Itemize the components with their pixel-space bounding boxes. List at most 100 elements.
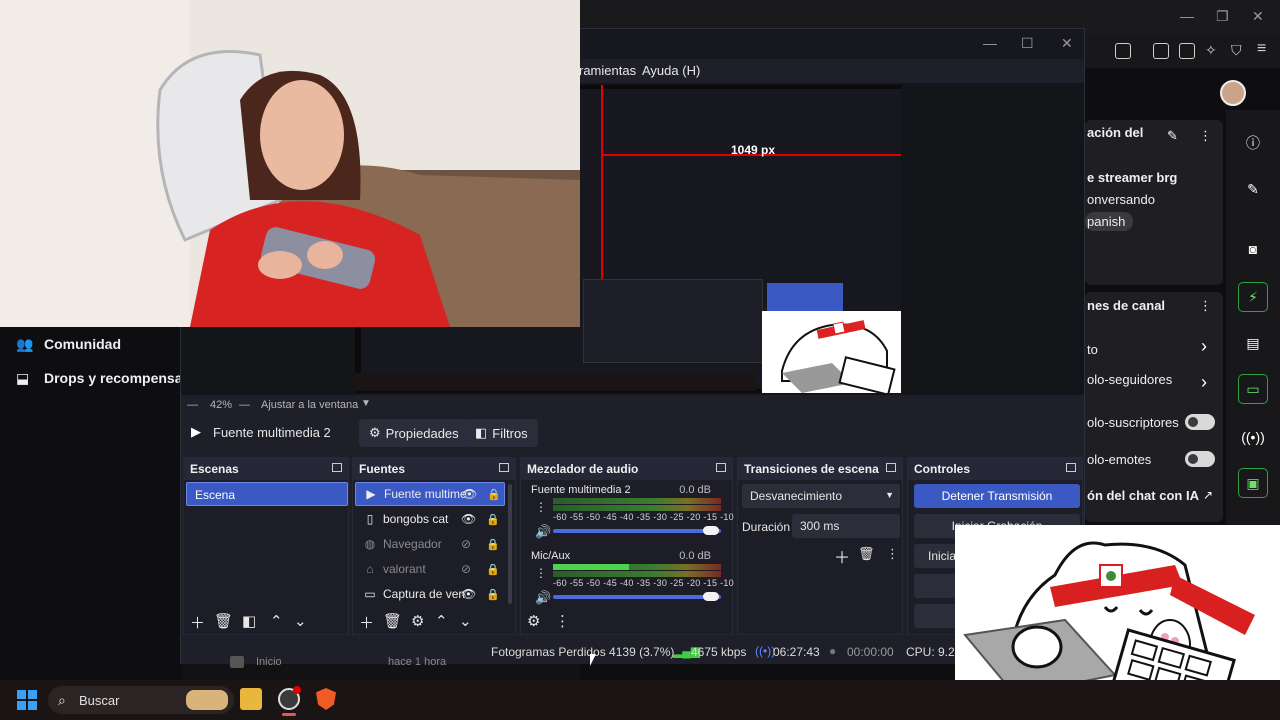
more-icon[interactable]: ⋮: [535, 500, 547, 514]
filters-button[interactable]: ◧ Filtros: [465, 419, 538, 447]
more-icon[interactable]: ⋮: [886, 546, 899, 562]
option-followers-only[interactable]: olo-seguidores: [1087, 372, 1172, 387]
scrollbar[interactable]: [508, 484, 512, 604]
undock-icon[interactable]: [499, 463, 509, 472]
source-item[interactable]: ▯ bongobs cat 👁 🔒: [355, 507, 505, 531]
duration-input[interactable]: 300 ms: [792, 514, 900, 538]
eye-hidden-icon[interactable]: ⊘: [461, 562, 471, 576]
play-icon[interactable]: ▶: [191, 424, 201, 440]
video-icon[interactable]: ▣: [1238, 468, 1268, 498]
trash-icon[interactable]: 🗑: [858, 546, 875, 562]
volume-slider[interactable]: [553, 595, 721, 599]
more-icon[interactable]: ⋮: [1199, 298, 1212, 314]
source-item[interactable]: ◍ Navegador ⊘ 🔒: [355, 532, 505, 556]
undock-icon[interactable]: [886, 463, 896, 472]
chevron-right-icon[interactable]: ›: [1201, 336, 1207, 357]
add-icon[interactable]: ＋: [834, 544, 850, 568]
undock-icon[interactable]: [332, 463, 342, 472]
sidebar-icon[interactable]: [1153, 43, 1169, 59]
windows-start-icon[interactable]: [16, 689, 38, 711]
subscribers-only-toggle[interactable]: [1185, 414, 1215, 430]
menu-tools[interactable]: ramientas: [579, 63, 636, 78]
undock-icon[interactable]: [1066, 463, 1076, 472]
wallet-icon[interactable]: [1179, 43, 1195, 59]
source-item[interactable]: ▭ Captura de vent 👁 🔒: [355, 582, 505, 606]
properties-button[interactable]: ⚙ Propiedades: [359, 419, 469, 447]
minimize-button[interactable]: —: [1180, 8, 1194, 24]
menu-icon[interactable]: ≡: [1257, 40, 1266, 58]
sidebar-item-community[interactable]: 👥 Comunidad: [16, 336, 121, 352]
sparkle-icon[interactable]: ✧: [1205, 42, 1217, 59]
lock-icon[interactable]: 🔒: [486, 513, 500, 526]
speaker-icon[interactable]: 🔊: [535, 524, 551, 540]
move-down-icon[interactable]: ⌄: [459, 612, 472, 630]
lock-icon[interactable]: 🔒: [486, 563, 500, 576]
minimize-button[interactable]: —: [983, 35, 997, 51]
eye-icon[interactable]: 👁: [461, 512, 476, 526]
maximize-button[interactable]: ☐: [1021, 35, 1034, 52]
fit-window-select[interactable]: Ajustar a la ventana: [261, 399, 358, 411]
zoom-plus-icon[interactable]: —: [239, 399, 250, 411]
chevron-right-icon[interactable]: ›: [1201, 372, 1207, 393]
gear-icon[interactable]: ⚙: [411, 612, 424, 630]
volume-knob[interactable]: [703, 592, 719, 601]
filter-icon[interactable]: ◧: [242, 612, 256, 630]
dock-title: Transiciones de escena: [744, 462, 879, 476]
volume-knob[interactable]: [703, 526, 719, 535]
lock-icon[interactable]: 🔒: [487, 488, 501, 501]
add-icon[interactable]: ＋: [190, 612, 205, 633]
volume-slider[interactable]: [553, 529, 721, 533]
camera-icon[interactable]: ◙: [1238, 234, 1268, 264]
emotes-only-toggle[interactable]: [1185, 451, 1215, 467]
menu-help[interactable]: Ayuda (H): [642, 63, 700, 78]
file-explorer-icon[interactable]: [240, 688, 262, 710]
more-icon[interactable]: ⋮: [555, 612, 570, 630]
external-link-icon[interactable]: ↗: [1203, 488, 1213, 502]
screenshot-icon[interactable]: [1115, 43, 1131, 59]
info-icon[interactable]: ⓘ: [1238, 128, 1268, 158]
more-icon[interactable]: ⋮: [535, 566, 547, 580]
speaker-icon[interactable]: 🔊: [535, 590, 551, 606]
source-item[interactable]: ▶ Fuente multime 👁 🔒: [355, 482, 505, 506]
language-tag[interactable]: panish: [1085, 212, 1134, 231]
broadcast-icon[interactable]: ((•)): [1238, 422, 1268, 452]
source-item[interactable]: ⌂ valorant ⊘ 🔒: [355, 557, 505, 581]
lock-icon[interactable]: 🔒: [486, 588, 500, 601]
avatar[interactable]: [1220, 80, 1246, 106]
more-icon[interactable]: ⋮: [1199, 128, 1212, 144]
lightning-icon[interactable]: ⚡: [1238, 282, 1268, 312]
undock-icon[interactable]: [716, 463, 726, 472]
channel-name: Mic/Aux: [531, 550, 571, 562]
sidebar-item-drops[interactable]: ⬓ Drops y recompensas: [16, 370, 190, 386]
shield-icon[interactable]: ⛉: [1231, 42, 1242, 59]
close-button[interactable]: ✕: [1061, 35, 1073, 52]
close-button[interactable]: ✕: [1252, 8, 1264, 25]
properties-label: Propiedades: [385, 425, 459, 441]
stop-stream-button[interactable]: Detener Transmisión: [914, 484, 1080, 508]
move-down-icon[interactable]: ⌄: [294, 612, 307, 630]
stream-time: 06:27:43: [773, 645, 820, 659]
eye-icon[interactable]: 👁: [461, 587, 476, 601]
move-up-icon[interactable]: ⌃: [270, 612, 283, 630]
edit-icon[interactable]: ✎: [1167, 128, 1178, 144]
pencil-icon[interactable]: ✎: [1238, 174, 1268, 204]
trash-icon[interactable]: 🗑: [214, 612, 233, 630]
channel-db: 0.0 dB: [679, 550, 711, 562]
trash-icon[interactable]: 🗑: [383, 612, 402, 630]
chevron-down-icon[interactable]: ▼: [361, 398, 371, 409]
eye-hidden-icon[interactable]: ⊘: [461, 537, 471, 551]
notes-icon[interactable]: ▤: [1238, 328, 1268, 358]
option-row[interactable]: to: [1087, 342, 1098, 357]
transition-select[interactable]: Desvanecimiento ▼: [742, 484, 900, 508]
maximize-button[interactable]: ❐: [1216, 8, 1229, 25]
eye-icon[interactable]: 👁: [462, 487, 477, 501]
gear-icon[interactable]: ⚙: [527, 612, 540, 630]
move-up-icon[interactable]: ⌃: [435, 612, 448, 630]
add-icon[interactable]: ＋: [359, 612, 374, 633]
lock-icon[interactable]: 🔒: [486, 538, 500, 551]
taskbar-search[interactable]: ⌕ Buscar: [48, 686, 234, 714]
chat-icon[interactable]: ▭: [1238, 374, 1268, 404]
scene-item[interactable]: Escena: [186, 482, 348, 506]
option-ai-chat[interactable]: ón del chat con IA: [1087, 488, 1199, 503]
zoom-minus-icon[interactable]: —: [187, 399, 198, 411]
